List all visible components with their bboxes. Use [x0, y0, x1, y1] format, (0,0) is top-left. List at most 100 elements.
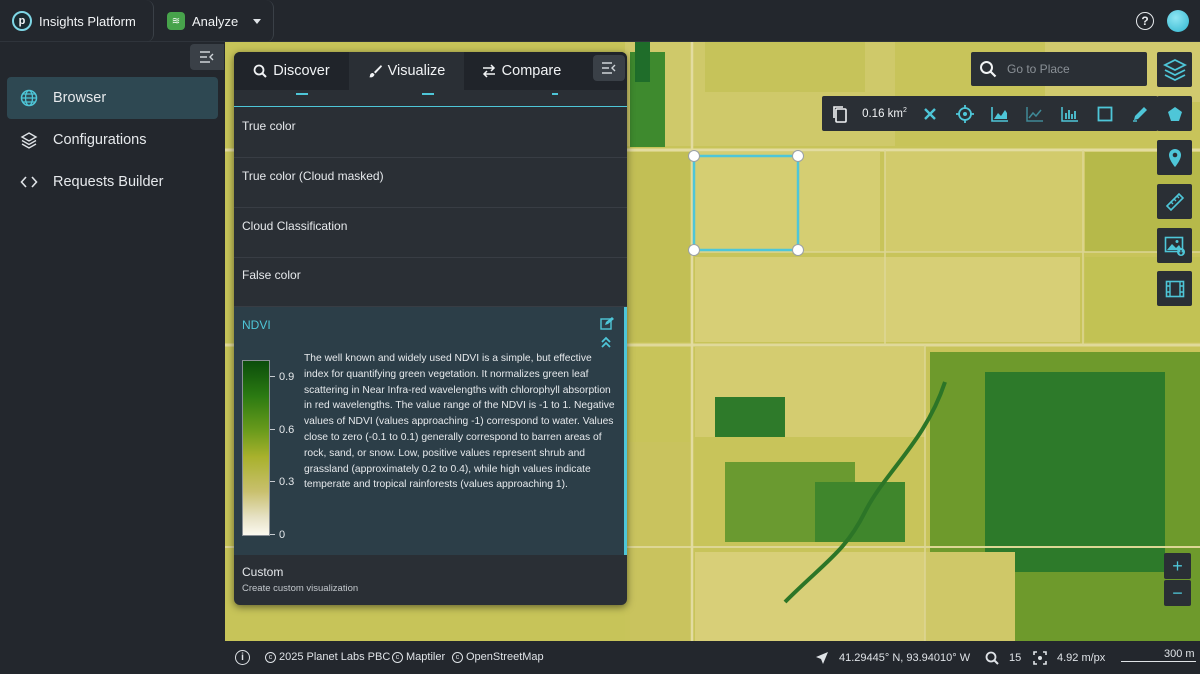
square-icon: [1097, 106, 1112, 121]
coordinates-readout: 41.29445° N, 93.94010° W: [815, 651, 970, 665]
brand-name: Insights Platform: [39, 13, 136, 29]
legend-tick: [270, 481, 275, 482]
layer-item-label: NDVI: [242, 318, 271, 332]
ndvi-color-scale: [242, 360, 270, 536]
legend-tick: [270, 534, 275, 535]
ndvi-description: The well known and widely used NDVI is a…: [304, 353, 615, 491]
collapse-menu-icon: [200, 51, 214, 63]
sidebar-collapse-button[interactable]: [190, 44, 224, 70]
sidebar: Browser Configurations Requests Builder: [0, 42, 225, 674]
tab-visualize[interactable]: Visualize: [349, 52, 464, 90]
attribution-maptiler[interactable]: c Maptiler: [392, 651, 445, 663]
copy-icon: [832, 105, 847, 123]
legend-label: 0.6: [279, 424, 295, 436]
code-icon: [19, 172, 39, 192]
tab-label: Discover: [273, 63, 330, 79]
zoom-readout: 15: [985, 651, 1021, 665]
zoom-out-button[interactable]: −: [1164, 580, 1191, 606]
custom-subtitle: Create custom visualization: [242, 583, 359, 594]
legend-label: 0: [279, 529, 286, 541]
brush-icon: [368, 65, 382, 78]
layer-item-label: False color: [242, 268, 301, 282]
layer-item-true-color[interactable]: True color: [234, 108, 627, 158]
close-icon: [923, 107, 936, 120]
layer-item-cloud-classification[interactable]: Cloud Classification: [234, 208, 627, 258]
search-icon: [253, 64, 268, 78]
attribution-text: OpenStreetMap: [466, 651, 544, 663]
sidebar-item-label: Browser: [53, 90, 107, 106]
layer-item-false-color[interactable]: False color: [234, 257, 627, 307]
help-icon[interactable]: ?: [1136, 12, 1154, 30]
header-divider: [146, 0, 154, 42]
scrolled-toolbar-row: [234, 90, 627, 107]
edit-geometry-button[interactable]: [1122, 96, 1157, 131]
attribution-osm[interactable]: c OpenStreetMap: [452, 651, 544, 663]
panel-collapse-button[interactable]: [593, 55, 625, 81]
attribution-planet[interactable]: c 2025 Planet Labs PBC: [265, 651, 390, 663]
legend-tick: [270, 429, 275, 430]
pencil-icon: [1132, 106, 1147, 122]
clear-geometry-button[interactable]: [912, 96, 947, 131]
crosshair-icon: [955, 104, 974, 123]
tab-compare[interactable]: Compare: [464, 52, 579, 90]
visualization-panel: Discover Visualize Compare True color Tr…: [234, 52, 627, 605]
copy-button[interactable]: [822, 96, 857, 131]
coordinates-text: 41.29445° N, 93.94010° W: [839, 652, 971, 664]
status-bar: i c 2025 Planet Labs PBC c Maptiler c Op…: [225, 641, 1200, 674]
measure-button[interactable]: [1157, 184, 1192, 219]
image-download-button[interactable]: [1157, 228, 1192, 263]
legend-tick: [270, 376, 275, 377]
resolution-readout: 4.92 m/px: [1033, 651, 1105, 665]
pin-button[interactable]: [1157, 140, 1192, 175]
sidebar-item-browser[interactable]: Browser: [7, 77, 218, 119]
polygon-tool-button[interactable]: [1157, 96, 1192, 131]
legend-label: 0.3: [279, 476, 295, 488]
elevation-profile-button[interactable]: [982, 96, 1017, 131]
resolution-text: 4.92 m/px: [1057, 652, 1106, 664]
layer-item-ndvi[interactable]: NDVI 0.9 0.6 0.3 0 The well known and wi…: [234, 307, 627, 555]
info-icon[interactable]: i: [235, 650, 250, 665]
copyright-icon: c: [265, 651, 276, 663]
map-toolbar: 0.16 km2: [822, 96, 1158, 131]
rectangle-tool-button[interactable]: [1087, 96, 1122, 131]
swap-icon: [482, 64, 495, 78]
center-geometry-button[interactable]: [947, 96, 982, 131]
peek-icon: [552, 90, 558, 95]
peek-icon: [296, 90, 308, 95]
layer-item-true-color-cloud-masked[interactable]: True color (Cloud masked): [234, 158, 627, 208]
layer-item-label: True color (Cloud masked): [242, 169, 384, 183]
bar-chart-icon: [1060, 106, 1078, 122]
search-icon: [980, 61, 997, 78]
layer-item-custom[interactable]: Custom Create custom visualization: [234, 555, 627, 605]
sidebar-item-configurations[interactable]: Configurations: [7, 119, 218, 161]
histogram-button[interactable]: [1052, 96, 1087, 131]
collapse-menu-icon: [602, 62, 616, 74]
layers-icon: [19, 130, 39, 150]
layers-icon: [1162, 58, 1187, 81]
sidebar-item-label: Configurations: [53, 132, 147, 148]
panel-tabs: Discover Visualize Compare: [234, 52, 627, 90]
line-chart-icon: [1025, 106, 1043, 122]
map-pin-icon: [1168, 148, 1181, 167]
edit-icon[interactable]: [600, 316, 614, 330]
app-switcher[interactable]: ≋ Analyze: [167, 10, 262, 32]
chevron-double-up-icon[interactable]: [600, 335, 612, 349]
avatar[interactable]: [1167, 10, 1189, 32]
place-search[interactable]: [971, 52, 1147, 86]
brand[interactable]: p Insights Platform: [12, 10, 136, 32]
sidebar-item-label: Requests Builder: [53, 174, 164, 190]
layers-button[interactable]: [1157, 52, 1192, 87]
search-input[interactable]: [1007, 62, 1137, 76]
area-chart-icon: [990, 106, 1008, 122]
layer-item-label: Cloud Classification: [242, 219, 348, 233]
timelapse-button[interactable]: [1157, 271, 1192, 306]
tab-discover[interactable]: Discover: [234, 52, 349, 90]
zoom-in-button[interactable]: +: [1164, 553, 1191, 579]
copyright-icon: c: [392, 651, 403, 663]
brand-logo: p: [12, 11, 32, 31]
sidebar-item-requests-builder[interactable]: Requests Builder: [7, 161, 218, 203]
tab-label: Compare: [501, 63, 562, 79]
scale-bar: [1121, 661, 1196, 662]
statistics-button[interactable]: [1017, 96, 1052, 131]
copyright-icon: c: [452, 651, 463, 663]
